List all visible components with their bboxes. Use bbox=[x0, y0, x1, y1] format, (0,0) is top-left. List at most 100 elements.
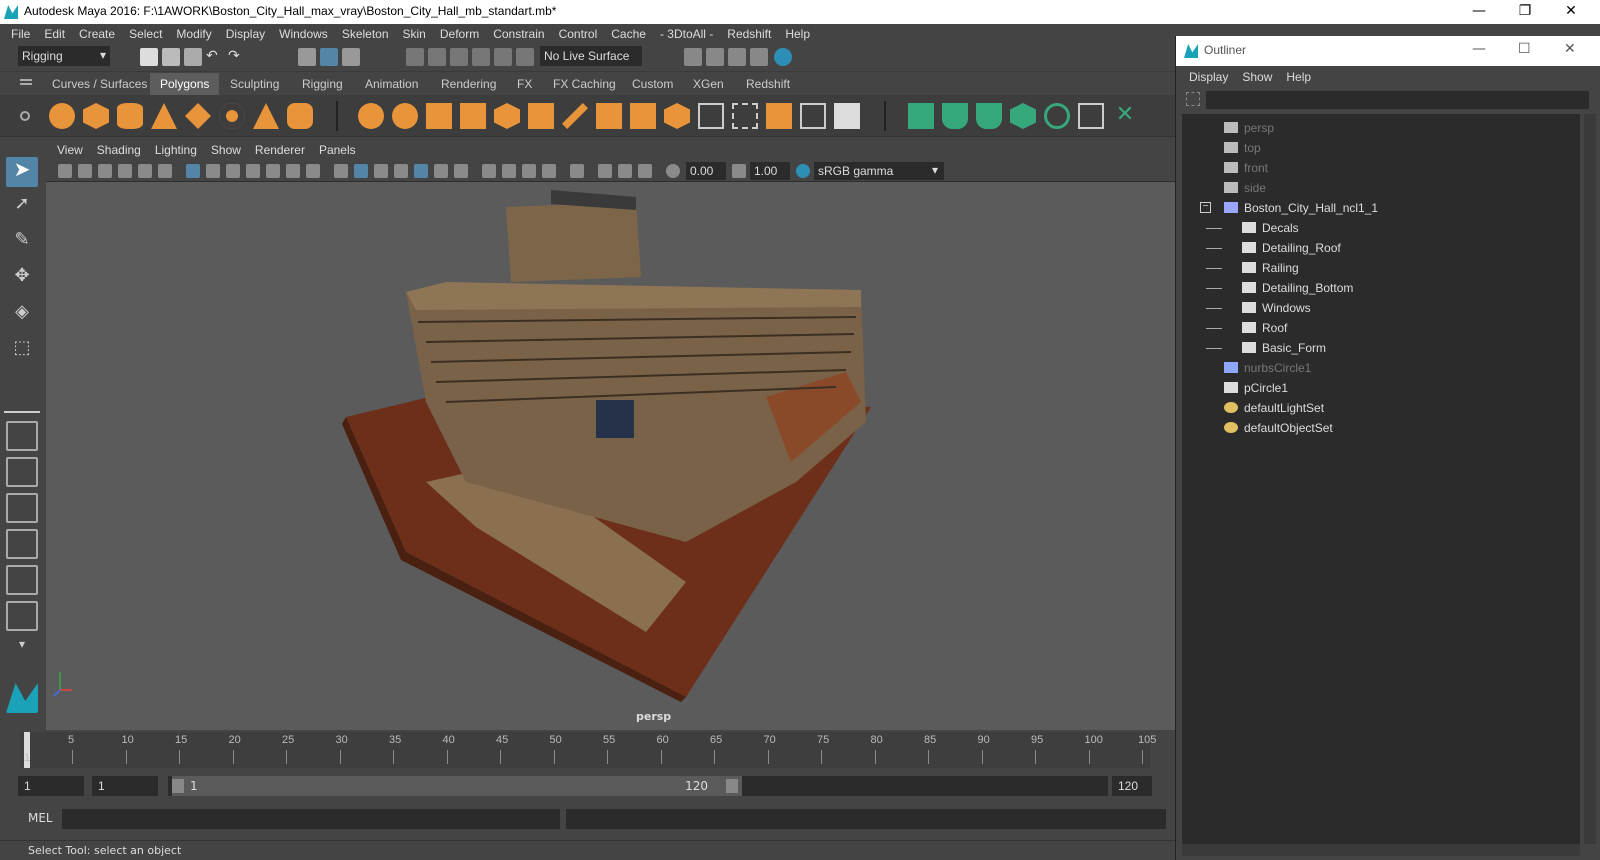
gate-mask-icon[interactable] bbox=[246, 164, 260, 178]
shadows-icon[interactable] bbox=[454, 164, 468, 178]
four-view-layout-icon[interactable] bbox=[6, 457, 38, 487]
custom-tool-4-icon[interactable] bbox=[1010, 103, 1036, 129]
restore-button[interactable]: ❐ bbox=[1502, 0, 1548, 24]
outliner-item[interactable]: nurbsCircle1 bbox=[1182, 358, 1580, 378]
snap-grid-icon[interactable] bbox=[406, 48, 424, 66]
undo-icon[interactable]: ↶ bbox=[206, 48, 224, 66]
scale-tool-icon[interactable]: ⬚ bbox=[6, 337, 38, 367]
outliner-item[interactable]: Railing bbox=[1182, 258, 1580, 278]
menu-edit[interactable]: Edit bbox=[37, 24, 72, 44]
multi-cut-icon[interactable] bbox=[562, 103, 588, 129]
color-management-icon[interactable] bbox=[796, 164, 810, 178]
outliner-menu-display[interactable]: Display bbox=[1182, 66, 1235, 88]
use-all-lights-icon[interactable] bbox=[434, 164, 448, 178]
color-space-dropdown[interactable]: sRGB gamma ▾ bbox=[814, 162, 944, 180]
menuset-dropdown[interactable]: Rigging ▾ bbox=[18, 46, 110, 66]
poly-cube-icon[interactable] bbox=[83, 103, 109, 129]
range-slider-bar[interactable]: 1 120 bbox=[172, 776, 742, 796]
image-plane-icon[interactable] bbox=[118, 164, 132, 178]
grid-icon[interactable] bbox=[186, 164, 200, 178]
wireframe-on-shaded-icon[interactable] bbox=[394, 164, 408, 178]
outliner-minimize-button[interactable]: — bbox=[1472, 41, 1486, 57]
field-chart-icon[interactable] bbox=[266, 164, 280, 178]
end-time-field[interactable]: 120 bbox=[1112, 776, 1152, 796]
poly-cone-icon[interactable] bbox=[151, 103, 177, 129]
single-perspective-layout-icon[interactable] bbox=[6, 421, 38, 451]
outliner-item[interactable]: Decals bbox=[1182, 218, 1580, 238]
outliner-vertical-scrollbar[interactable] bbox=[1584, 114, 1596, 844]
gamma-icon[interactable] bbox=[732, 164, 746, 178]
paint-select-icon[interactable]: ✎ bbox=[6, 229, 38, 259]
tab-polygons[interactable]: Polygons bbox=[150, 73, 220, 95]
tab-fx-caching[interactable]: FX Caching bbox=[543, 73, 626, 95]
menu-help[interactable]: Help bbox=[778, 24, 817, 44]
ambient-occlusion-icon[interactable] bbox=[482, 164, 496, 178]
outliner-item[interactable]: side bbox=[1182, 178, 1580, 198]
gamma-field[interactable]: 1.00 bbox=[750, 162, 790, 180]
outliner-search-input[interactable] bbox=[1206, 91, 1589, 109]
more-layouts-icon[interactable]: ▾ bbox=[6, 637, 38, 667]
mel-command-input[interactable] bbox=[62, 809, 560, 829]
start-time-field[interactable]: 1 bbox=[18, 776, 84, 796]
menu-3dtoall[interactable]: - 3DtoAll - bbox=[653, 24, 720, 44]
outliner-item[interactable]: Roof bbox=[1182, 318, 1580, 338]
tab-xgen[interactable]: XGen bbox=[683, 73, 734, 95]
outliner-horizontal-scrollbar[interactable] bbox=[1182, 844, 1580, 856]
tab-custom[interactable]: Custom bbox=[622, 73, 683, 95]
menu-create[interactable]: Create bbox=[72, 24, 122, 44]
persp-uv-layout-icon[interactable] bbox=[6, 601, 38, 631]
custom-tool-2-icon[interactable] bbox=[942, 103, 968, 129]
menu-redshift[interactable]: Redshift bbox=[720, 24, 778, 44]
menu-select[interactable]: Select bbox=[122, 24, 169, 44]
snap-surface-icon[interactable] bbox=[494, 48, 512, 66]
panel-menu-lighting[interactable]: Lighting bbox=[148, 140, 204, 160]
anti-aliasing-icon[interactable] bbox=[522, 164, 536, 178]
bridge-icon[interactable] bbox=[528, 103, 554, 129]
wireframe-icon[interactable] bbox=[334, 164, 348, 178]
panel-menu-shading[interactable]: Shading bbox=[90, 140, 148, 160]
outliner-menu-help[interactable]: Help bbox=[1279, 66, 1318, 88]
menu-display[interactable]: Display bbox=[219, 24, 272, 44]
outliner-item[interactable]: top bbox=[1182, 138, 1580, 158]
perspective-viewport[interactable]: persp bbox=[46, 182, 1175, 730]
outliner-item[interactable]: Basic_Form bbox=[1182, 338, 1580, 358]
select-object-icon[interactable] bbox=[320, 48, 338, 66]
snap-curve-icon[interactable] bbox=[428, 48, 446, 66]
tab-fx[interactable]: FX bbox=[507, 73, 542, 95]
bookmark-icon[interactable] bbox=[98, 164, 112, 178]
outliner-item[interactable]: persp bbox=[1182, 118, 1580, 138]
close-button[interactable]: ✕ bbox=[1548, 0, 1594, 24]
exposure-icon[interactable] bbox=[666, 164, 680, 178]
collapse-icon[interactable]: − bbox=[1200, 202, 1211, 213]
auto-map-icon[interactable] bbox=[766, 103, 792, 129]
separate-icon[interactable] bbox=[392, 103, 418, 129]
range-end-handle[interactable] bbox=[726, 779, 738, 793]
safe-action-icon[interactable] bbox=[286, 164, 300, 178]
render-frame-icon[interactable] bbox=[706, 48, 724, 66]
uv-editor-icon[interactable] bbox=[698, 103, 724, 129]
snap-view-icon[interactable] bbox=[472, 48, 490, 66]
lasso-tool-icon[interactable]: ➚ bbox=[6, 193, 38, 223]
safe-title-icon[interactable] bbox=[306, 164, 320, 178]
shelf-menu-icon[interactable] bbox=[20, 79, 32, 81]
range-start-handle[interactable] bbox=[172, 779, 184, 793]
redo-icon[interactable]: ↷ bbox=[228, 48, 246, 66]
panel-menu-show[interactable]: Show bbox=[204, 140, 248, 160]
combine-icon[interactable] bbox=[358, 103, 384, 129]
xray-icon[interactable] bbox=[598, 164, 612, 178]
render-settings-icon[interactable] bbox=[684, 48, 702, 66]
cut-uv-icon[interactable] bbox=[800, 103, 826, 129]
smooth-icon[interactable] bbox=[460, 103, 486, 129]
resolution-gate-icon[interactable] bbox=[226, 164, 240, 178]
snap-point-icon[interactable] bbox=[450, 48, 468, 66]
panel-menu-renderer[interactable]: Renderer bbox=[248, 140, 312, 160]
menu-skeleton[interactable]: Skeleton bbox=[335, 24, 396, 44]
poly-torus-icon[interactable] bbox=[219, 103, 245, 129]
filter-icon[interactable] bbox=[1186, 92, 1200, 106]
menu-windows[interactable]: Windows bbox=[272, 24, 335, 44]
custom-tool-1-icon[interactable] bbox=[908, 103, 934, 129]
select-tool-icon[interactable]: ➤ bbox=[6, 157, 38, 187]
hypershade-layout-icon[interactable] bbox=[6, 565, 38, 595]
depth-of-field-icon[interactable] bbox=[542, 164, 556, 178]
film-gate-icon[interactable] bbox=[206, 164, 220, 178]
